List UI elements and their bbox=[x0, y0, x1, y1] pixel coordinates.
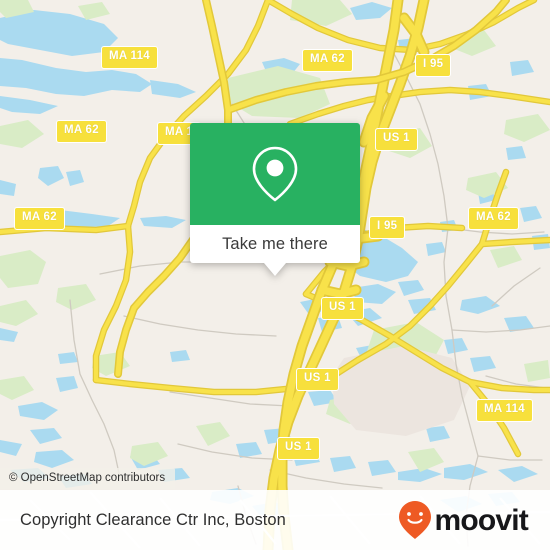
road-shield-ma-114-north[interactable]: MA 114 bbox=[101, 46, 159, 69]
map-pin-icon bbox=[252, 146, 298, 202]
road-shield-ma-62-north[interactable]: MA 62 bbox=[302, 49, 353, 72]
road-shield-ma-62-right[interactable]: MA 62 bbox=[468, 207, 519, 230]
moovit-wordmark: moovit bbox=[434, 504, 528, 537]
osm-attribution[interactable]: © OpenStreetMap contributors bbox=[0, 468, 176, 489]
road-shield-ma-114-south[interactable]: MA 114 bbox=[476, 399, 534, 422]
road-shield-i-95-mid[interactable]: I 95 bbox=[369, 216, 406, 239]
moovit-pin-icon bbox=[399, 501, 432, 539]
road-shield-us-1-mid[interactable]: US 1 bbox=[321, 297, 364, 320]
moovit-logo[interactable]: moovit bbox=[398, 500, 529, 540]
take-me-there-label: Take me there bbox=[222, 234, 328, 253]
place-title: Copyright Clearance Ctr Inc, Boston bbox=[20, 510, 286, 529]
location-popup[interactable]: Take me there bbox=[190, 123, 360, 276]
map-screen: MA 114 MA 62 I 95 MA 62 MA 1 US 1 MA 62 … bbox=[0, 0, 550, 550]
popup-icon-area bbox=[190, 123, 360, 225]
road-shield-i-95-north[interactable]: I 95 bbox=[415, 54, 452, 77]
road-shield-ma-62-west[interactable]: MA 62 bbox=[56, 120, 107, 143]
road-shield-us-1-lower[interactable]: US 1 bbox=[296, 368, 339, 391]
road-shield-ma-62-left[interactable]: MA 62 bbox=[14, 207, 65, 230]
bottom-bar: Copyright Clearance Ctr Inc, Boston moov… bbox=[0, 490, 550, 550]
take-me-there-button[interactable]: Take me there bbox=[190, 225, 360, 276]
road-shield-us-1-bottom[interactable]: US 1 bbox=[277, 437, 320, 460]
popup-tail bbox=[264, 263, 286, 276]
road-shield-us-1-north[interactable]: US 1 bbox=[375, 128, 418, 151]
